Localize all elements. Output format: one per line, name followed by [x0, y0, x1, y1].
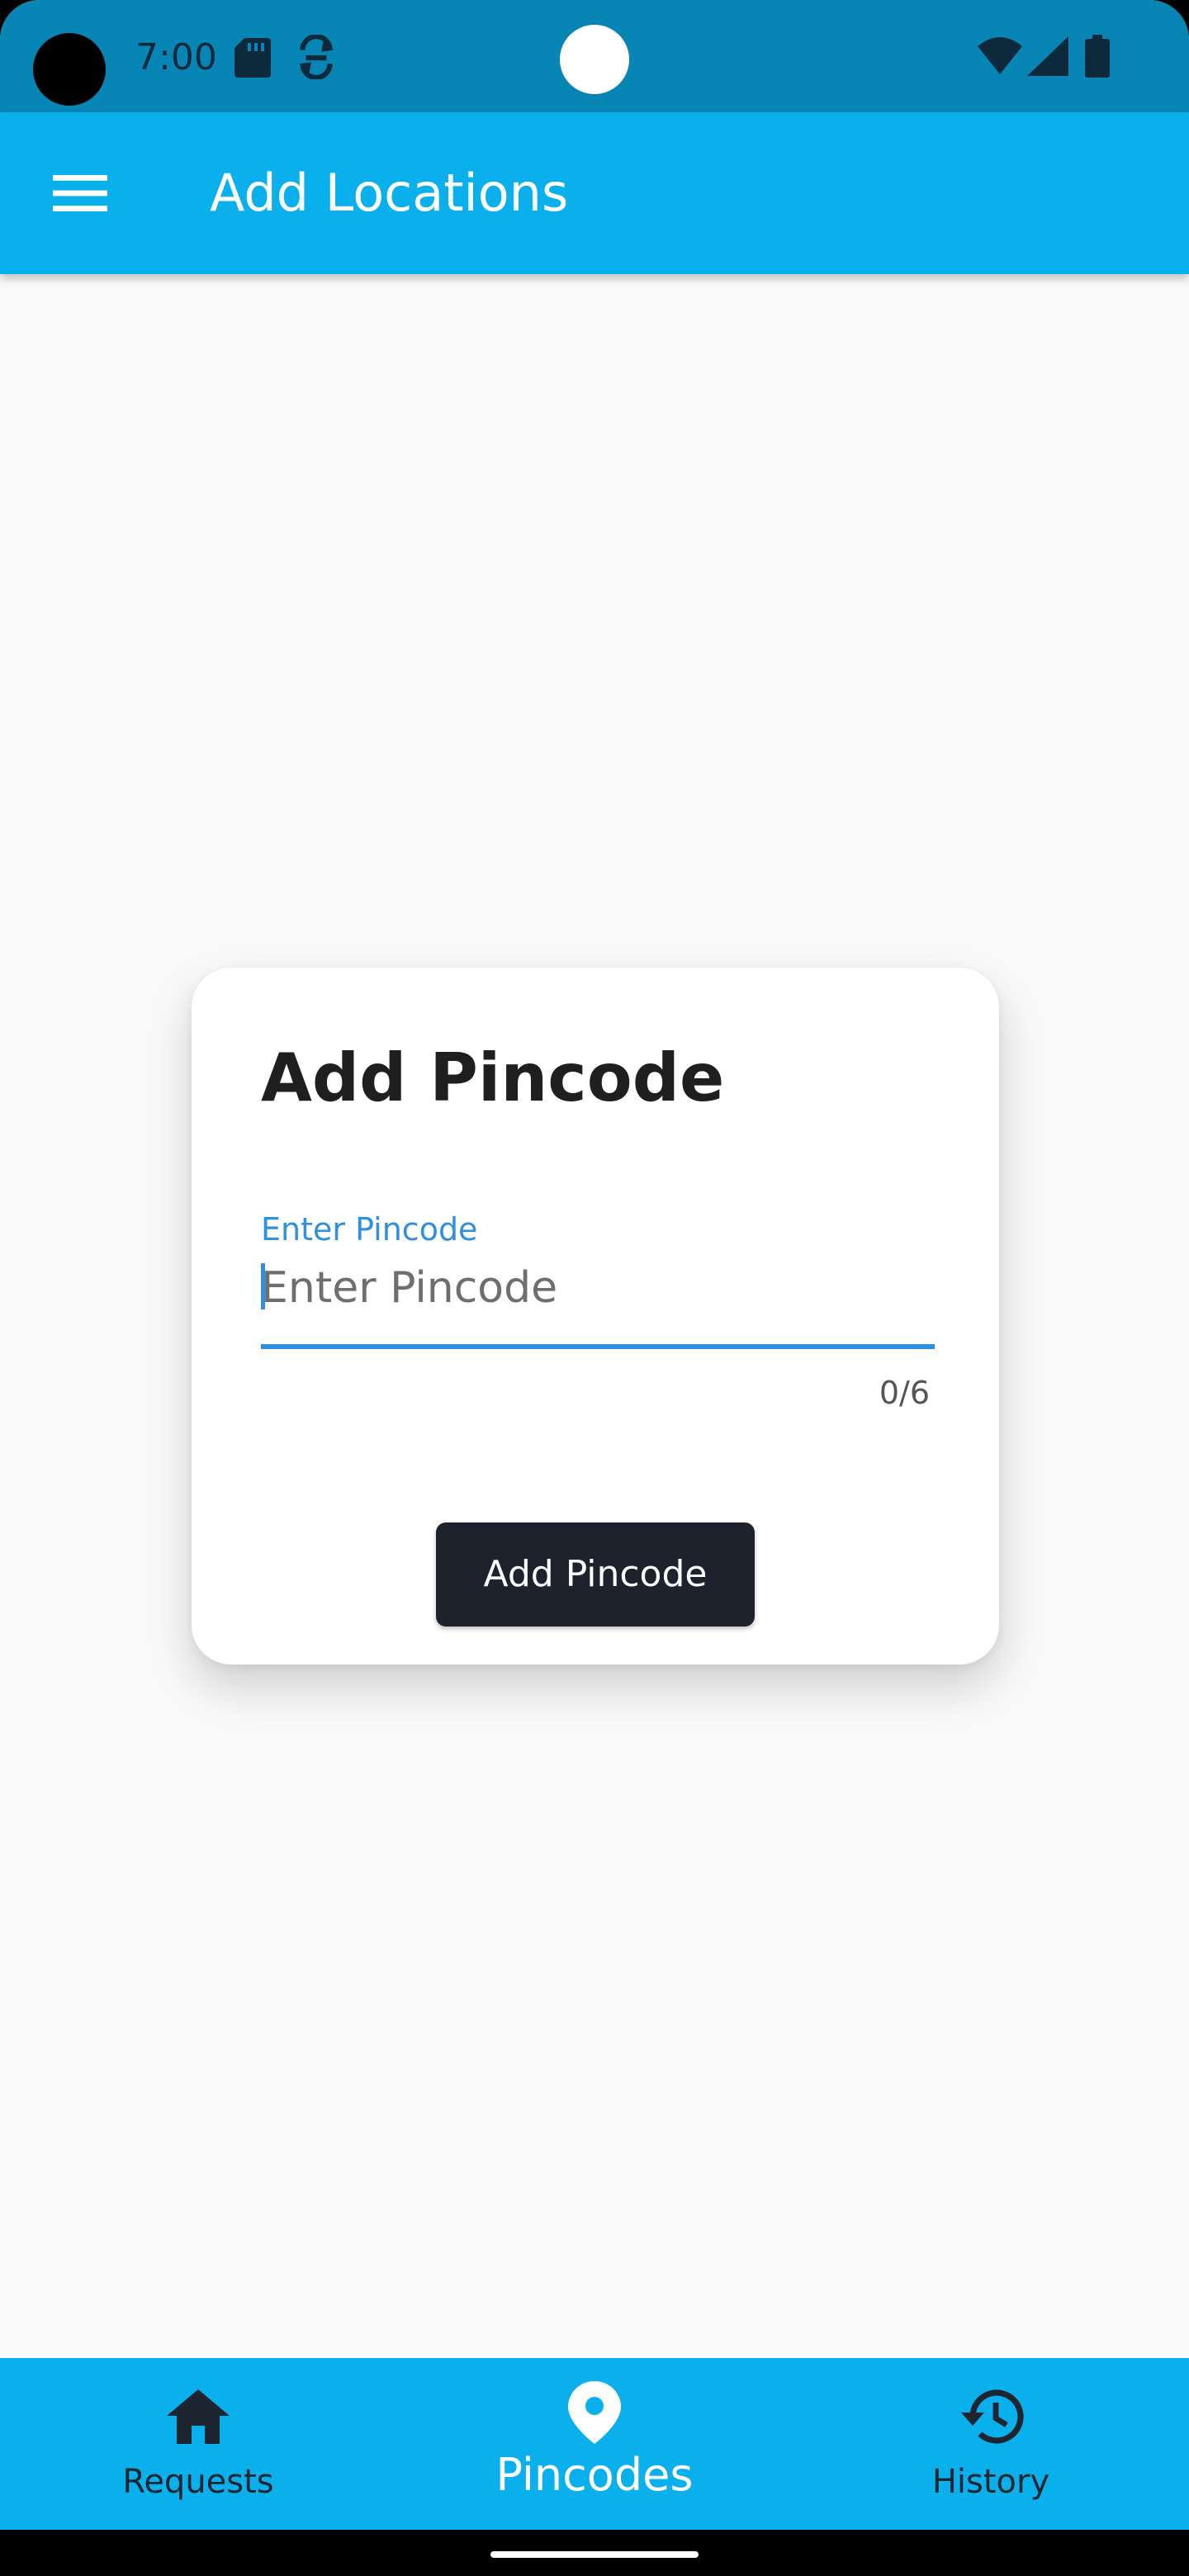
sync-icon — [299, 35, 334, 79]
history-icon — [961, 2389, 1024, 2444]
nav-label-history: History — [931, 2463, 1050, 2501]
add-pincode-button[interactable]: Add Pincode — [436, 1522, 755, 1627]
sd-card-icon — [234, 38, 271, 78]
add-pincode-card: Add Pincode Enter Pincode 0/6 Add Pincod… — [192, 968, 999, 1664]
status-bar: 7:00 — [0, 0, 1189, 112]
nav-item-requests[interactable]: Requests — [0, 2358, 396, 2530]
pincode-field-label: Enter Pincode — [261, 1211, 478, 1248]
home-icon — [167, 2389, 230, 2444]
bottom-navigation: Requests Pincodes History — [0, 2358, 1189, 2530]
wifi-icon — [978, 37, 1022, 74]
nav-item-pincodes[interactable]: Pincodes — [396, 2358, 793, 2530]
camera-cutout — [33, 33, 106, 106]
app-screen: 7:00 Add Locations Add Pincode Enter Pin… — [0, 0, 1189, 2576]
battery-icon — [1085, 35, 1110, 78]
page-title: Add Locations — [210, 163, 569, 223]
nav-label-pincodes: Pincodes — [495, 2449, 694, 2501]
home-gesture-handle[interactable] — [490, 2551, 699, 2558]
front-camera — [560, 25, 629, 94]
gesture-navigation-area — [0, 2530, 1189, 2576]
card-title: Add Pincode — [261, 1039, 725, 1116]
nav-item-history[interactable]: History — [793, 2358, 1189, 2530]
app-bar: Add Locations — [0, 112, 1189, 274]
pincode-field-underline — [261, 1344, 935, 1349]
location-pin-icon — [568, 2381, 621, 2444]
pincode-input[interactable] — [261, 1250, 935, 1326]
character-counter: 0/6 — [879, 1375, 930, 1411]
nav-label-requests: Requests — [122, 2463, 274, 2501]
status-time: 7:00 — [135, 36, 217, 78]
cell-signal-icon — [1027, 36, 1068, 76]
text-cursor — [261, 1263, 265, 1309]
hamburger-menu-icon[interactable] — [53, 173, 107, 213]
